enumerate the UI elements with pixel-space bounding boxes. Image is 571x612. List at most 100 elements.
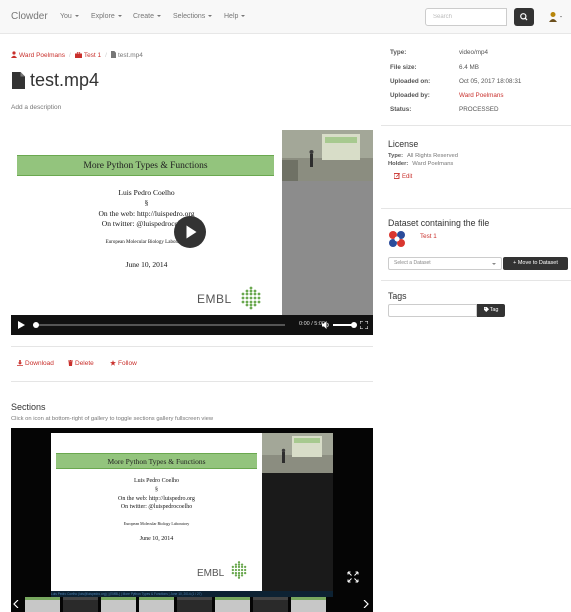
gallery-fullscreen-icon[interactable]	[347, 571, 359, 583]
breadcrumb-user[interactable]: Ward Poelmans	[19, 52, 65, 59]
volume-icon[interactable]	[322, 321, 330, 329]
sections-gallery[interactable]: More Python Types & Functions Luis Pedro…	[11, 428, 373, 612]
search-button[interactable]	[514, 8, 534, 26]
follow-button[interactable]: Follow	[110, 360, 137, 367]
video-controls: 0:00 / 5:00	[11, 315, 373, 335]
play-control-icon[interactable]	[18, 321, 25, 329]
page-title: test.mp4	[30, 70, 100, 90]
info-status-label: Status:	[390, 106, 412, 113]
download-icon	[17, 360, 23, 366]
gallery-thumbnail[interactable]	[253, 597, 288, 612]
info-uploaded-on-value: Oct 05, 2017 18:08:31	[459, 78, 522, 85]
info-uploaded-by-label: Uploaded by:	[390, 92, 430, 99]
gallery-thumbnail[interactable]	[291, 597, 326, 612]
progress-knob[interactable]	[33, 322, 39, 328]
tag-input[interactable]	[388, 304, 477, 317]
gallery-thumbnails	[25, 597, 359, 612]
divider	[381, 125, 571, 126]
navbar: Clowder You Explore Create Selections He…	[0, 0, 571, 34]
add-tag-button[interactable]: Tag	[477, 304, 505, 317]
nav-menu-selections[interactable]: Selections	[173, 13, 213, 20]
divider	[11, 381, 373, 382]
info-type-label: Type:	[390, 49, 407, 56]
dataset-icon	[389, 231, 405, 247]
camera-photo	[282, 130, 373, 181]
delete-button[interactable]: Delete	[68, 360, 94, 367]
volume-knob[interactable]	[351, 322, 357, 328]
breadcrumb-separator: /	[105, 52, 107, 59]
caret-down-icon	[117, 15, 122, 17]
edit-icon	[393, 173, 400, 179]
gallery-thumbnail[interactable]	[215, 597, 250, 612]
gallery-thumbnail[interactable]	[25, 597, 60, 612]
gallery-slide-title: More Python Types & Functions	[56, 453, 257, 469]
user-icon	[11, 51, 17, 58]
tag-icon	[483, 306, 489, 312]
license-heading: License	[388, 139, 419, 149]
dataset-select[interactable]: Select a Dataset	[388, 257, 502, 270]
sections-note: Click on icon at bottom-right of gallery…	[11, 416, 214, 422]
video-player[interactable]: More Python Types & Functions Luis Pedro…	[11, 130, 373, 335]
gallery-camera-photo	[262, 433, 333, 473]
search-input[interactable]	[425, 8, 507, 26]
caret-down-icon	[208, 15, 213, 17]
info-size-label: File size:	[390, 64, 417, 71]
gallery-embl-logo-text: EMBL	[197, 568, 225, 579]
caret-down-icon	[241, 15, 246, 17]
info-size-value: 6.4 MB	[459, 64, 479, 71]
gallery-camera-area	[262, 473, 333, 591]
dataset-heading: Dataset containing the file	[388, 218, 490, 228]
nav-menu-create[interactable]: Create	[133, 13, 162, 20]
breadcrumb-file: test.mp4	[117, 52, 143, 59]
caret-down-icon	[157, 15, 162, 17]
breadcrumb-dataset[interactable]: Test 1	[84, 52, 101, 59]
gallery-slide: More Python Types & Functions Luis Pedro…	[51, 433, 262, 591]
slide-institution: European Molecular Biology Laboratory	[105, 240, 188, 245]
slide-author: Luis Pedro Coelho	[118, 188, 175, 197]
caret-down-icon	[492, 263, 496, 265]
slide-section-mark: §	[144, 198, 149, 207]
sections-heading: Sections	[11, 402, 46, 412]
dataset-link[interactable]: Test 1	[420, 233, 437, 240]
gallery-slide-date: June 10, 2014	[139, 536, 174, 542]
gallery-thumbnail[interactable]	[63, 597, 98, 612]
user-menu[interactable]	[548, 11, 564, 23]
user-avatar-icon	[549, 12, 562, 22]
fullscreen-icon[interactable]	[360, 321, 368, 329]
gallery-slide-institution: European Molecular Biology Laboratory	[123, 521, 190, 526]
license-edit-link[interactable]: Edit	[393, 173, 412, 180]
file-icon	[110, 51, 116, 58]
progress-bar[interactable]	[33, 324, 285, 326]
briefcase-icon	[74, 52, 82, 58]
star-icon	[110, 360, 116, 366]
gallery-thumbnail[interactable]	[101, 597, 136, 612]
info-type-value: video/mp4	[459, 49, 489, 56]
gallery-prev-icon[interactable]	[13, 600, 19, 608]
file-icon	[12, 72, 25, 89]
brand-logo[interactable]: Clowder	[11, 11, 48, 22]
nav-menu-you[interactable]: You	[60, 13, 79, 20]
license-type: Type: All Rights Reserved	[388, 153, 458, 159]
gallery-embl-logo-icon	[231, 561, 247, 579]
trash-icon	[68, 360, 73, 366]
slide-web: On the web: http://luispedro.org	[98, 209, 195, 218]
camera-feed	[282, 130, 373, 315]
gallery-thumbnail[interactable]	[139, 597, 174, 612]
gallery-slide-author: Luis Pedro Coelho	[134, 478, 179, 484]
play-button[interactable]	[174, 216, 206, 248]
divider	[381, 280, 571, 281]
move-to-dataset-button[interactable]: + Move to Dataset	[503, 257, 568, 270]
nav-menu-help[interactable]: Help	[224, 13, 246, 20]
gallery-thumbnail[interactable]	[177, 597, 212, 612]
download-button[interactable]: Download	[17, 360, 54, 367]
info-status-value: PROCESSED	[459, 106, 499, 113]
breadcrumb-separator: /	[69, 52, 71, 59]
nav-menu-explore[interactable]: Explore	[91, 13, 122, 20]
add-description-link[interactable]: Add a description	[11, 104, 61, 111]
divider	[11, 346, 373, 347]
embl-logo-icon	[241, 286, 261, 310]
info-uploaded-by-link[interactable]: Ward Poelmans	[459, 92, 504, 99]
slide-title: More Python Types & Functions	[17, 155, 274, 176]
info-uploaded-on-label: Uploaded on:	[390, 78, 431, 85]
gallery-next-icon[interactable]	[363, 600, 369, 608]
